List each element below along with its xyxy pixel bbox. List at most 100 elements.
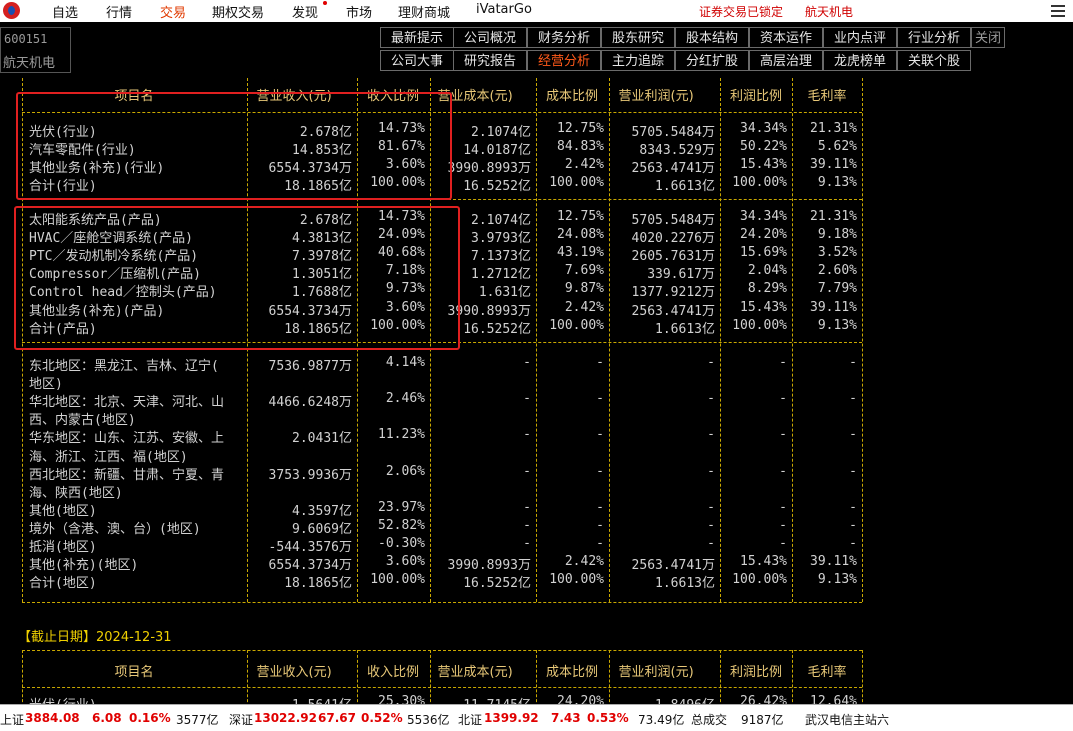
bz-index-value[interactable]: 1399.92 bbox=[484, 711, 539, 725]
table-column-divider bbox=[247, 650, 248, 704]
tab-row1-4[interactable]: 股本结构 bbox=[675, 27, 749, 48]
sh-index-value[interactable]: 3884.08 bbox=[25, 711, 80, 725]
tab-row2-4[interactable]: 分红扩股 bbox=[675, 50, 749, 71]
menu-faxian[interactable]: 发现 bbox=[292, 2, 318, 21]
menu-jiaoyi[interactable]: 交易 bbox=[160, 2, 186, 21]
row-value: - bbox=[596, 499, 604, 515]
row-name: 合计(地区) bbox=[29, 576, 97, 592]
menu-ivatargo[interactable]: iVatarGo bbox=[476, 2, 532, 17]
column-header: 利润比例 bbox=[730, 665, 783, 680]
tab-row2-0[interactable]: 公司大事 bbox=[380, 50, 454, 71]
row-value: 339.617万 bbox=[647, 267, 715, 283]
row-value: 12.75% bbox=[557, 121, 604, 136]
row-value: - bbox=[523, 463, 531, 479]
row-value: 3.60% bbox=[385, 554, 425, 570]
row-value: - bbox=[779, 391, 787, 407]
row-value: 15.43% bbox=[740, 157, 787, 173]
row-value: -544.3576万 bbox=[268, 540, 352, 555]
tab-row1-0[interactable]: 最新提示 bbox=[380, 27, 454, 48]
row-value: 9.13% bbox=[817, 572, 857, 588]
row-value: - bbox=[596, 391, 604, 407]
menu-hangqing[interactable]: 行情 bbox=[106, 2, 132, 21]
row-value: 2.1074亿 bbox=[471, 213, 531, 228]
row-value: 2563.4741万 bbox=[631, 161, 715, 177]
tab-row1-6[interactable]: 业内点评 bbox=[823, 27, 897, 48]
bz-change: 7.43 bbox=[551, 711, 581, 725]
row-value: 100.00% bbox=[732, 175, 787, 191]
sh-pct: 0.16% bbox=[129, 711, 171, 725]
row-value: 39.11% bbox=[810, 554, 857, 570]
row-value: - bbox=[849, 499, 857, 515]
current-stock-name: 航天机电 bbox=[805, 5, 854, 19]
row-value: 1.6613亿 bbox=[655, 179, 715, 195]
row-value: - bbox=[596, 517, 604, 533]
row-value: 3.52% bbox=[817, 245, 857, 261]
row-value: - bbox=[849, 391, 857, 407]
row-value: -0.30% bbox=[378, 536, 425, 551]
row-value: 2563.4741万 bbox=[631, 303, 715, 319]
menu-zixuan[interactable]: 自选 bbox=[52, 2, 78, 21]
tab-close-button[interactable]: 关闭 bbox=[971, 27, 1005, 48]
row-value: 2.42% bbox=[564, 299, 604, 315]
row-value: 7536.9877万 bbox=[268, 359, 352, 374]
row-value: 100.00% bbox=[732, 572, 787, 588]
row-value: 4466.6248万 bbox=[268, 395, 352, 411]
table-row-divider bbox=[22, 687, 862, 688]
row-value: 21.31% bbox=[810, 121, 857, 136]
row-value: - bbox=[707, 427, 715, 443]
stock-code-box[interactable]: 600151 航天机电 bbox=[0, 27, 71, 73]
highlight-box-product bbox=[14, 206, 460, 350]
row-value: 2.46% bbox=[385, 391, 425, 407]
tab-row2-2[interactable]: 经营分析 bbox=[527, 50, 601, 71]
row-name: 东北地区：黑龙江、吉林、辽宁( bbox=[29, 359, 219, 374]
row-value: - bbox=[596, 355, 604, 370]
menu-shichang[interactable]: 市场 bbox=[346, 2, 372, 21]
tab-row1-3[interactable]: 股东研究 bbox=[601, 27, 675, 48]
sz-pct: 0.52% bbox=[361, 711, 403, 725]
row-value: - bbox=[707, 355, 715, 370]
row-value: - bbox=[849, 517, 857, 533]
table-column-divider bbox=[536, 650, 537, 704]
tab-row2-7[interactable]: 关联个股 bbox=[897, 50, 971, 71]
row-value: 1.5641亿 bbox=[292, 694, 352, 704]
row-value: 3.9793亿 bbox=[471, 231, 531, 247]
row-value: 3990.8993万 bbox=[447, 161, 531, 177]
sz-index-value[interactable]: 13022.92 bbox=[254, 711, 317, 725]
server-name[interactable]: 武汉电信主站六 bbox=[805, 711, 889, 728]
tab-row1-5[interactable]: 资本运作 bbox=[749, 27, 823, 48]
row-value: 2.1074亿 bbox=[471, 125, 531, 140]
trade-lock-status[interactable]: 证券交易已锁定 bbox=[699, 3, 783, 20]
row-value: 2.0431亿 bbox=[292, 431, 352, 447]
row-value: - bbox=[523, 499, 531, 515]
row-value: - bbox=[523, 517, 531, 533]
table-row-divider bbox=[22, 650, 862, 651]
table-column-divider bbox=[720, 650, 721, 704]
table-column-divider bbox=[720, 78, 721, 603]
menu-qiquan[interactable]: 期权交易 bbox=[212, 2, 264, 21]
menu-licai[interactable]: 理财商城 bbox=[398, 2, 450, 21]
column-header: 成本比例 bbox=[546, 89, 599, 104]
column-header: 毛利率 bbox=[807, 89, 847, 104]
tab-row2-3[interactable]: 主力追踪 bbox=[601, 50, 675, 71]
column-header: 利润比例 bbox=[730, 89, 783, 104]
tab-row2-1[interactable]: 研究报告 bbox=[453, 50, 527, 71]
hamburger-menu-icon[interactable] bbox=[1051, 5, 1065, 20]
business-analysis-panel: 项目名 营业收入(元) 收入比例 营业成本(元) 成本比例 营业利润(元) 利润比例 毛利率光… bbox=[0, 72, 1073, 704]
column-header: 营业成本(元) bbox=[437, 665, 513, 680]
row-name: 境外（含港、澳、台）(地区) bbox=[29, 521, 201, 537]
row-name: 海、浙江、江西、福(地区) bbox=[29, 449, 188, 465]
row-value: 21.31% bbox=[810, 209, 857, 224]
top-menu-bar: 自选 行情 交易 期权交易 发现 市场 理财商城 iVatarGo 证券交易已锁… bbox=[0, 0, 1073, 22]
tab-row1-2[interactable]: 财务分析 bbox=[527, 27, 601, 48]
tab-row2-5[interactable]: 高层治理 bbox=[749, 50, 823, 71]
row-name: 光伏(行业) bbox=[29, 694, 97, 704]
row-value: 14.0187亿 bbox=[463, 143, 531, 159]
table-column-divider bbox=[22, 650, 23, 704]
tab-row2-6[interactable]: 龙虎榜单 bbox=[823, 50, 897, 71]
row-value: 50.22% bbox=[740, 139, 787, 155]
row-value: 12.75% bbox=[557, 209, 604, 224]
row-value: 34.34% bbox=[740, 209, 787, 224]
row-value: 4.3597亿 bbox=[292, 503, 352, 519]
tab-row1-1[interactable]: 公司概况 bbox=[453, 27, 527, 48]
tab-row1-7[interactable]: 行业分析 bbox=[897, 27, 971, 48]
